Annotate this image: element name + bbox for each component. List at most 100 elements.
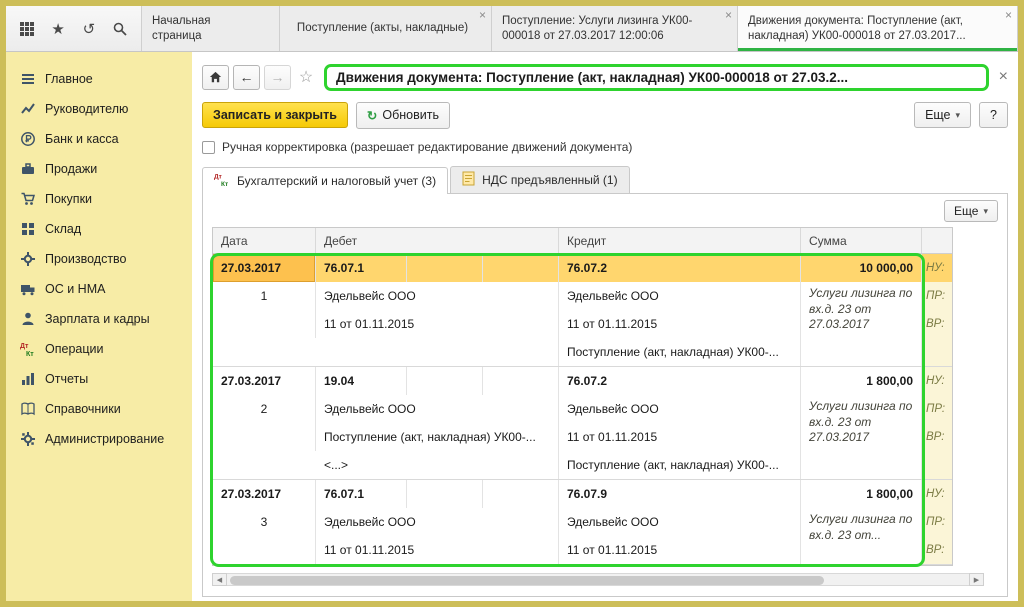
cell-debit-account[interactable]: 19.04 [316,367,559,395]
tax-label-nu: НУ: [922,480,952,508]
postings-table: Дата Дебет Кредит Сумма 27.03.2017 76.07… [212,227,953,566]
cell-debit-account[interactable]: 76.07.1 [316,254,559,282]
form-navigation-row: ← → ☆ Движения документа: Поступление (а… [202,59,1008,95]
cell-credit-analytics[interactable]: Поступление (акт, накладная) УК00-... [559,338,801,366]
tab-receipt-list[interactable]: Поступление (акты, накладные) × [280,6,492,51]
scroll-right-icon[interactable]: ▶ [969,573,984,586]
sidebar-item-label: Администрирование [45,432,164,446]
history-icon[interactable]: ↺ [76,15,103,43]
cell-debit-account[interactable]: 76.07.1 [316,480,559,508]
column-header-debit[interactable]: Дебет [316,228,559,253]
scrollbar-thumb[interactable] [230,576,824,585]
close-icon[interactable]: × [479,8,486,24]
cell-debit-analytics[interactable]: <...> [316,451,559,479]
tab-accounting-register[interactable]: ДтКт Бухгалтерский и налоговый учет (3) [202,167,448,194]
sidebar-item-purchases[interactable]: Покупки [6,184,192,214]
refresh-button[interactable]: ↻ Обновить [356,102,450,129]
scroll-left-icon[interactable]: ◀ [212,573,227,586]
sidebar-item-reports[interactable]: Отчеты [6,364,192,394]
sidebar-item-sales[interactable]: Продажи [6,154,192,184]
cell-row-number[interactable]: 2 [213,395,316,423]
sidebar-item-warehouse[interactable]: Склад [6,214,192,244]
more-button[interactable]: Еще ▾ [914,102,971,128]
table-more-button[interactable]: Еще ▾ [944,200,998,222]
command-bar: Записать и закрыть ↻ Обновить Еще ▾ ? [202,100,1008,130]
cell-credit-analytics[interactable]: 11 от 01.11.2015 [559,310,801,338]
help-button[interactable]: ? [979,102,1008,128]
debit-account: 76.07.1 [316,261,406,275]
tab-receipt-document[interactable]: Поступление: Услуги лизинга УК00-000018 … [492,6,738,51]
cell-credit-analytics[interactable]: Эдельвейс ООО [559,282,801,310]
sidebar-item-production[interactable]: Производство [6,244,192,274]
debit-account: 76.07.1 [316,487,406,501]
sidebar-item-manager[interactable]: Руководителю [6,94,192,124]
posting-row-group-3[interactable]: 27.03.2017 76.07.1 76.07.9 1 800,00 НУ: … [213,480,952,565]
scrollbar-track[interactable] [227,573,969,586]
cell-row-number[interactable]: 3 [213,508,316,536]
cell-row-number[interactable]: 1 [213,282,316,310]
back-button[interactable]: ← [233,65,260,90]
column-header-credit[interactable]: Кредит [559,228,801,253]
empty-cell [922,451,952,479]
sidebar-item-fixed-assets[interactable]: ОС и НМА [6,274,192,304]
cell-date[interactable]: 27.03.2017 [213,480,316,508]
save-and-close-button[interactable]: Записать и закрыть [202,102,348,128]
sidebar-item-bank-cash[interactable]: Банк и касса [6,124,192,154]
book-icon [20,401,36,417]
tab-vat-register[interactable]: НДС предъявленный (1) [450,166,629,193]
manual-adjustment-checkbox[interactable] [202,141,215,154]
window-tabs: Начальная страница Поступление (акты, на… [142,6,1018,51]
sidebar-item-administration[interactable]: Администрирование [6,424,192,454]
sidebar-item-directories[interactable]: Справочники [6,394,192,424]
cell-debit-analytics[interactable]: Поступление (акт, накладная) УК00-... [316,423,559,451]
horizontal-scrollbar[interactable]: ◀ ▶ [212,573,984,586]
sidebar-item-payroll-hr[interactable]: Зарплата и кадры [6,304,192,334]
home-icon[interactable] [202,65,229,90]
cell-credit-analytics[interactable]: Поступление (акт, накладная) УК00-... [559,451,801,479]
close-icon[interactable]: × [1005,8,1012,24]
cell-credit-analytics[interactable]: Эдельвейс ООО [559,395,801,423]
cell-credit-account[interactable]: 76.07.2 [559,254,801,282]
cell-credit-analytics[interactable]: Эдельвейс ООО [559,508,801,536]
cell-debit-analytics[interactable]: 11 от 01.11.2015 [316,536,559,564]
posting-row-group-2[interactable]: 27.03.2017 19.04 76.07.2 1 800,00 НУ: 2 … [213,367,952,480]
svg-text:Кт: Кт [26,351,34,357]
cell-debit-analytics[interactable]: Эдельвейс ООО [316,395,559,423]
cell-date[interactable]: 27.03.2017 [213,367,316,395]
cell-credit-analytics[interactable]: 11 от 01.11.2015 [559,423,801,451]
cell-debit-analytics[interactable]: Эдельвейс ООО [316,282,559,310]
column-header-date[interactable]: Дата [213,228,316,253]
truck-icon [20,281,36,297]
tab-home-page[interactable]: Начальная страница [142,6,280,51]
posting-row-group-1[interactable]: 27.03.2017 76.07.1 76.07.2 10 000,00 НУ:… [213,254,952,367]
chart-line-icon [20,101,36,117]
cell-posting-description[interactable]: Услуги лизинга по вх.д. 23 от 27.03.2017 [801,282,922,366]
tab-document-movements[interactable]: Движения документа: Поступление (акт, на… [738,6,1018,51]
close-form-icon[interactable]: × [999,68,1008,86]
sidebar-item-label: Справочники [45,402,121,416]
search-icon[interactable] [106,15,133,43]
forward-button[interactable]: → [264,65,291,90]
cell-credit-account[interactable]: 76.07.9 [559,480,801,508]
column-header-sum[interactable]: Сумма [801,228,922,253]
column-header-tax [922,228,952,253]
cell-sum[interactable]: 1 800,00 [801,367,922,395]
tax-label-nu: НУ: [922,254,952,282]
dt-kt-icon: ДтКт [20,341,36,357]
favorites-star-icon[interactable]: ★ [45,15,72,43]
cell-debit-analytics[interactable]: 11 от 01.11.2015 [316,310,559,338]
favorite-toggle-icon[interactable]: ☆ [295,67,317,87]
cell-sum[interactable]: 1 800,00 [801,480,922,508]
cell-sum[interactable]: 10 000,00 [801,254,922,282]
apps-grid-icon[interactable] [14,15,41,43]
close-icon[interactable]: × [725,8,732,24]
cell-date[interactable]: 27.03.2017 [213,254,316,282]
cell-posting-description[interactable]: Услуги лизинга по вх.д. 23 от... [801,508,922,564]
cell-credit-analytics[interactable]: 11 от 01.11.2015 [559,536,801,564]
more-label: Еще [925,108,950,122]
cell-credit-account[interactable]: 76.07.2 [559,367,801,395]
sidebar-item-main[interactable]: Главное [6,64,192,94]
sidebar-item-operations[interactable]: ДтКт Операции [6,334,192,364]
cell-posting-description[interactable]: Услуги лизинга по вх.д. 23 от 27.03.2017 [801,395,922,479]
cell-debit-analytics[interactable]: Эдельвейс ООО [316,508,559,536]
